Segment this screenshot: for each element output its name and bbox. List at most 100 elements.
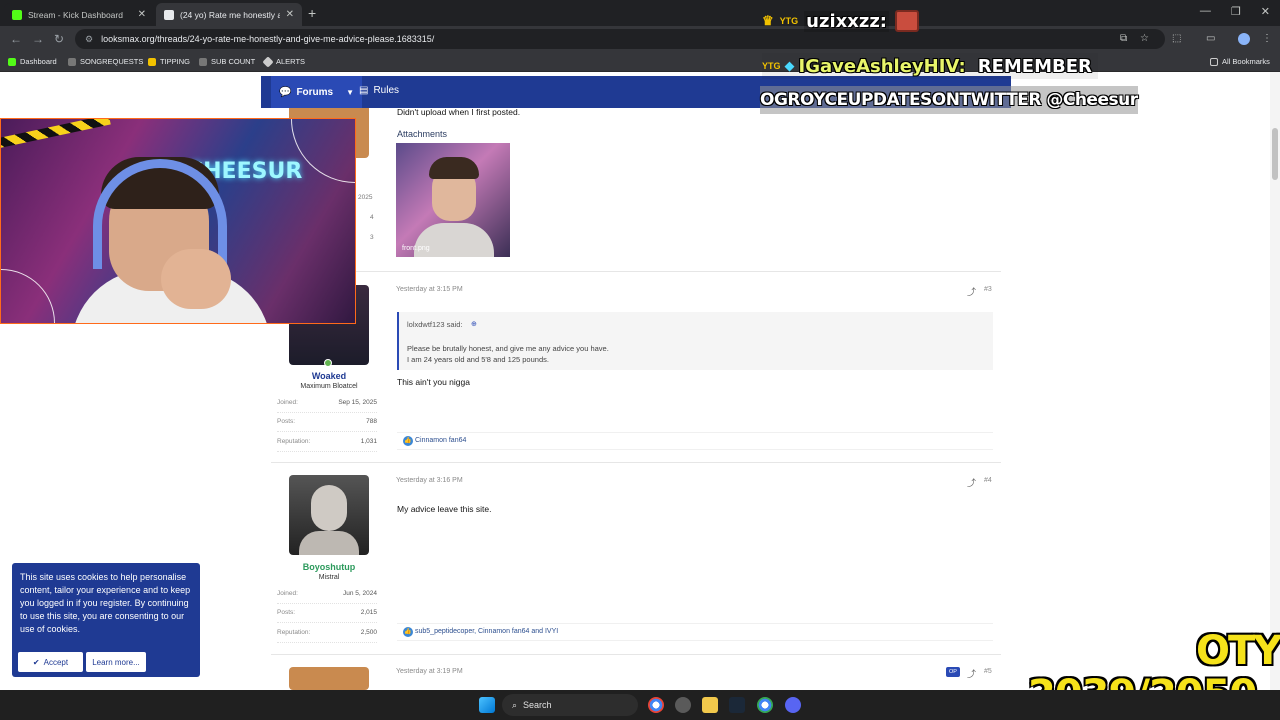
bookmark-dashboard[interactable]: Dashboard	[8, 57, 57, 66]
bookmark-star-icon[interactable]: ☆	[1140, 33, 1149, 44]
post-number[interactable]: #3	[984, 286, 992, 293]
share-icon[interactable]: ⤴	[967, 667, 976, 680]
reload-icon[interactable]: ↻	[54, 32, 64, 46]
avatar-shoulders	[299, 531, 359, 555]
page-scrollbar[interactable]	[1270, 72, 1280, 690]
windows-start-icon[interactable]	[479, 697, 495, 713]
close-icon[interactable]: ✕	[286, 9, 294, 20]
taskbar-search[interactable]: ⌕ Search	[502, 694, 638, 716]
site-info-icon[interactable]: ⚙	[85, 34, 93, 45]
joined-stat: Joined: Sep 15, 2025	[277, 399, 377, 413]
reactions-list[interactable]: sub5_peptidecoper, Cinnamon fan64 and IV…	[415, 628, 558, 635]
chevron-down-icon[interactable]: ▼	[346, 88, 354, 97]
menu-icon[interactable]: ⋮	[1262, 33, 1272, 44]
username-link[interactable]: Boyoshutup	[277, 562, 381, 572]
ytg-badge: YTG	[762, 61, 781, 71]
steam-icon[interactable]	[729, 697, 745, 713]
accept-cookies-button[interactable]: ✔ Accept	[18, 652, 83, 672]
minimize-icon[interactable]: —	[1200, 5, 1211, 18]
stat-value: 3	[370, 234, 374, 241]
bookmark-tipping[interactable]: TIPPING	[148, 57, 190, 66]
username-link[interactable]: Woaked	[277, 371, 381, 381]
stat-label: Reputation:	[277, 629, 311, 636]
extensions-icon[interactable]: ⬚	[1172, 33, 1181, 44]
stat-value: 2025	[358, 194, 373, 201]
file-explorer-icon[interactable]	[702, 697, 718, 713]
post-text: My advice leave this site.	[397, 504, 492, 514]
tab-title: Stream - Kick Dashboard	[28, 9, 123, 20]
bookmark-alerts[interactable]: ALERTS	[262, 55, 305, 68]
post-date[interactable]: Yesterday at 3:15 PM	[396, 286, 463, 293]
search-icon: ⌕	[512, 699, 518, 710]
tab-looksmax-thread[interactable]: (24 yo) Rate me honestly and g ✕	[156, 3, 302, 26]
post-divider	[271, 462, 1001, 463]
chat-message: YTG ◆ IGaveAshleyHIV: REMEMBER	[762, 53, 1098, 79]
share-icon[interactable]: ⤴	[967, 285, 976, 298]
sidepanel-icon[interactable]: ▭	[1206, 33, 1215, 44]
nav-tab-forums[interactable]: 💬 Forums ▼	[271, 76, 363, 108]
address-bar[interactable]: ⚙ looksmax.org/threads/24-yo-rate-me-hon…	[75, 29, 1165, 49]
quote-text: Please be brutally honest, and give me a…	[407, 344, 609, 353]
app-icon[interactable]	[675, 697, 691, 713]
nav-label: Forums	[296, 86, 334, 98]
looksmax-icon	[164, 9, 174, 20]
browser-toolbar: ← → ↻ ⚙ looksmax.org/threads/24-yo-rate-…	[0, 26, 1280, 52]
nav-label: Rules	[373, 85, 400, 96]
quote-block: lolxdwtf123 said: ⊕ Please be brutally h…	[397, 312, 993, 370]
bookmark-label: SONGREQUESTS	[80, 57, 144, 66]
kick-icon	[8, 57, 16, 66]
close-icon[interactable]: ✕	[138, 9, 146, 20]
ytg-badge: YTG	[779, 16, 799, 26]
attachment-thumbnail[interactable]: front.png	[396, 143, 510, 257]
bookmark-icon	[148, 57, 156, 66]
discord-icon[interactable]	[785, 697, 801, 713]
avatar[interactable]	[289, 475, 369, 555]
post-text: This ain't you nigga	[397, 377, 470, 387]
new-tab-icon[interactable]: +	[308, 5, 316, 21]
back-icon[interactable]: ←	[10, 32, 22, 46]
chat-message: OGROYCEUPDATESONTWITTER @Cheesur	[760, 86, 1138, 114]
user-title: Mistral	[318, 574, 340, 581]
install-icon[interactable]: ⧉	[1120, 33, 1127, 44]
profile-avatar[interactable]	[1238, 33, 1250, 45]
streamer-hand	[161, 249, 231, 309]
bookmark-label: Dashboard	[20, 57, 57, 66]
post-date[interactable]: Yesterday at 3:19 PM	[396, 668, 463, 675]
webcam-overlay: CHEESUR	[0, 118, 356, 324]
post-number[interactable]: #5	[984, 668, 992, 675]
forward-icon[interactable]: →	[32, 32, 44, 46]
bookmark-songrequests[interactable]: SONGREQUESTS	[68, 57, 143, 66]
close-window-icon[interactable]: ✕	[1261, 5, 1270, 18]
forums-icon: 💬	[279, 86, 292, 98]
caution-tape	[1, 119, 111, 150]
post-number[interactable]: #4	[984, 477, 992, 484]
reputation-stat: Reputation: 1,031	[277, 438, 377, 452]
post-date[interactable]: Yesterday at 3:16 PM	[396, 477, 463, 484]
stat-value: 2,015	[360, 609, 377, 616]
bookmark-sub-count[interactable]: SUB COUNT	[199, 57, 255, 66]
stat-value: Jun 5, 2024	[343, 590, 377, 597]
avatar[interactable]	[289, 667, 369, 690]
reactions-bar: 👍 sub5_peptidecoper, Cinnamon fan64 and …	[397, 623, 993, 641]
quote-link-icon[interactable]: ⊕	[471, 320, 477, 328]
cookie-notice: This site uses cookies to help personali…	[12, 563, 200, 677]
chrome-icon[interactable]	[757, 697, 773, 713]
chrome-icon[interactable]	[648, 697, 664, 713]
quote-author[interactable]: lolxdwtf123 said:	[407, 320, 462, 329]
attachments-heading: Attachments	[397, 129, 448, 139]
all-bookmarks[interactable]: All Bookmarks	[1210, 57, 1270, 66]
bookmark-icon	[68, 57, 76, 66]
reactions-list[interactable]: Cinnamon fan64	[415, 437, 466, 444]
maximize-icon[interactable]: ❐	[1231, 5, 1241, 18]
learn-more-button[interactable]: Learn more...	[86, 652, 146, 672]
tab-kick-dashboard[interactable]: Stream - Kick Dashboard ✕	[4, 3, 154, 26]
stat-label: Reputation:	[277, 438, 311, 445]
stat-value: Sep 15, 2025	[338, 399, 377, 406]
scroll-thumb[interactable]	[1272, 128, 1278, 180]
tab-title: (24 yo) Rate me honestly and g	[180, 9, 280, 20]
stat-value: 1,031	[360, 438, 377, 445]
stat-label: Joined:	[277, 399, 298, 406]
share-icon[interactable]: ⤴	[967, 476, 976, 489]
nav-tab-rules[interactable]: ▤ Rules	[359, 85, 399, 96]
emote-icon	[895, 10, 920, 32]
